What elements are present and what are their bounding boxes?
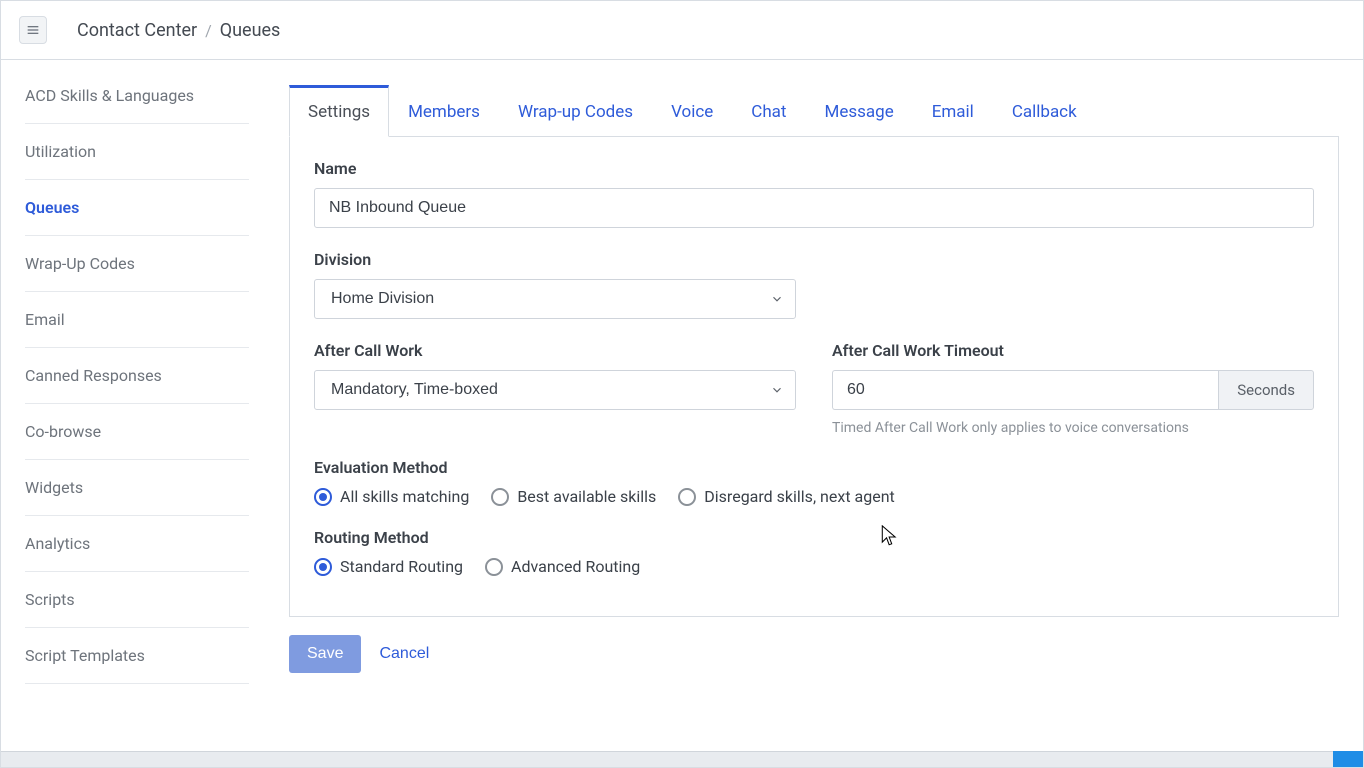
name-input[interactable] bbox=[314, 188, 1314, 228]
sidebar-item-co-browse[interactable]: Co-browse bbox=[25, 404, 249, 460]
acw-select[interactable]: Mandatory, Time-boxed bbox=[314, 370, 796, 410]
radio-standard-routing[interactable]: Standard Routing bbox=[314, 557, 463, 576]
bottom-strip bbox=[1, 751, 1363, 767]
sidebar-item-wrapup-codes[interactable]: Wrap-Up Codes bbox=[25, 236, 249, 292]
breadcrumb-parent[interactable]: Contact Center bbox=[77, 20, 197, 41]
tab-settings[interactable]: Settings bbox=[289, 85, 389, 137]
settings-panel: Name Division Home Division After Call W… bbox=[289, 136, 1339, 617]
cancel-button[interactable]: Cancel bbox=[379, 645, 429, 663]
sidebar-item-canned-responses[interactable]: Canned Responses bbox=[25, 348, 249, 404]
radio-disregard-skills[interactable]: Disregard skills, next agent bbox=[678, 487, 894, 506]
acw-timeout-unit: Seconds bbox=[1218, 370, 1314, 410]
tab-chat[interactable]: Chat bbox=[732, 87, 805, 136]
tab-wrapup-codes[interactable]: Wrap-up Codes bbox=[499, 87, 652, 136]
name-label: Name bbox=[314, 159, 1314, 178]
sidebar-item-queues[interactable]: Queues bbox=[25, 180, 249, 236]
radio-label: Disregard skills, next agent bbox=[704, 487, 894, 506]
tab-voice[interactable]: Voice bbox=[652, 87, 732, 136]
corner-accent bbox=[1333, 751, 1363, 767]
radio-dot-empty bbox=[678, 488, 696, 506]
radio-dot-empty bbox=[485, 558, 503, 576]
radio-label: All skills matching bbox=[340, 487, 469, 506]
sidebar-item-widgets[interactable]: Widgets bbox=[25, 460, 249, 516]
routing-method-radios: Standard Routing Advanced Routing bbox=[314, 557, 1314, 576]
radio-dot-selected bbox=[314, 488, 332, 506]
radio-label: Best available skills bbox=[517, 487, 656, 506]
footer-actions: Save Cancel bbox=[289, 617, 1339, 673]
radio-all-skills[interactable]: All skills matching bbox=[314, 487, 469, 506]
evaluation-method-radios: All skills matching Best available skill… bbox=[314, 487, 1314, 506]
main-content: Settings Members Wrap-up Codes Voice Cha… bbox=[271, 60, 1363, 750]
acw-timeout-input[interactable] bbox=[832, 370, 1218, 410]
sidebar-item-utilization[interactable]: Utilization bbox=[25, 124, 249, 180]
sidebar-item-analytics[interactable]: Analytics bbox=[25, 516, 249, 572]
radio-dot-empty bbox=[491, 488, 509, 506]
acw-label: After Call Work bbox=[314, 341, 796, 360]
tab-email[interactable]: Email bbox=[913, 87, 993, 136]
evaluation-method-label: Evaluation Method bbox=[314, 458, 1314, 477]
app-frame: Contact Center / Queues ACD Skills & Lan… bbox=[0, 0, 1364, 768]
save-button[interactable]: Save bbox=[289, 635, 361, 673]
acw-timeout-label: After Call Work Timeout bbox=[832, 341, 1314, 360]
tab-bar: Settings Members Wrap-up Codes Voice Cha… bbox=[289, 84, 1339, 136]
top-bar: Contact Center / Queues bbox=[1, 1, 1363, 60]
acw-help-text: Timed After Call Work only applies to vo… bbox=[832, 420, 1314, 436]
breadcrumb-current: Queues bbox=[220, 20, 281, 41]
division-select[interactable]: Home Division bbox=[314, 279, 796, 319]
sidebar: ACD Skills & Languages Utilization Queue… bbox=[1, 60, 271, 750]
tab-members[interactable]: Members bbox=[389, 87, 499, 136]
acw-timeout-group: Seconds bbox=[832, 370, 1314, 410]
radio-label: Standard Routing bbox=[340, 557, 463, 576]
radio-dot-selected bbox=[314, 558, 332, 576]
tab-callback[interactable]: Callback bbox=[993, 87, 1096, 136]
acw-select-value[interactable]: Mandatory, Time-boxed bbox=[314, 370, 796, 410]
sidebar-item-scripts[interactable]: Scripts bbox=[25, 572, 249, 628]
tab-message[interactable]: Message bbox=[806, 87, 913, 136]
sidebar-item-acd-skills[interactable]: ACD Skills & Languages bbox=[25, 78, 249, 124]
radio-label: Advanced Routing bbox=[511, 557, 640, 576]
breadcrumb-separator: / bbox=[205, 21, 212, 40]
division-select-value[interactable]: Home Division bbox=[314, 279, 796, 319]
routing-method-label: Routing Method bbox=[314, 528, 1314, 547]
sidebar-item-script-templates[interactable]: Script Templates bbox=[25, 628, 249, 684]
sidebar-item-email[interactable]: Email bbox=[25, 292, 249, 348]
radio-best-available[interactable]: Best available skills bbox=[491, 487, 656, 506]
menu-button[interactable] bbox=[19, 16, 47, 44]
radio-advanced-routing[interactable]: Advanced Routing bbox=[485, 557, 640, 576]
body: ACD Skills & Languages Utilization Queue… bbox=[1, 60, 1363, 750]
division-label: Division bbox=[314, 250, 1314, 269]
hamburger-icon bbox=[25, 22, 41, 38]
